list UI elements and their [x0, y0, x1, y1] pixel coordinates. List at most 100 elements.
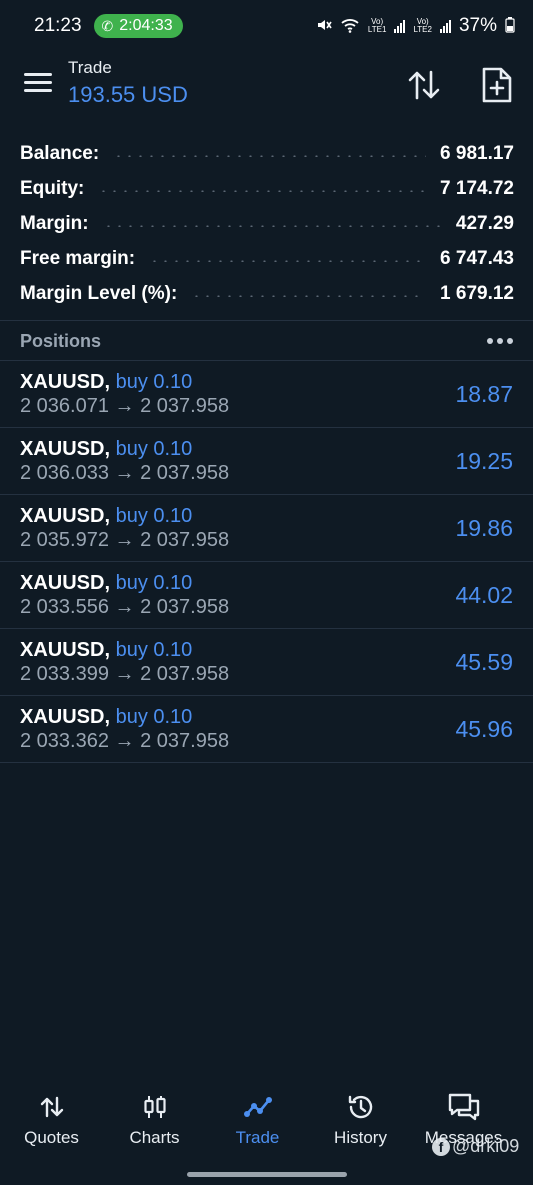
new-order-button[interactable]	[480, 66, 514, 104]
position-title: XAUUSD, buy 0.10	[20, 438, 192, 461]
page-title: Trade	[68, 58, 112, 77]
position-symbol: XAUUSD,	[20, 572, 111, 594]
balance-label: Balance:	[20, 142, 100, 164]
positions-title: Positions	[20, 330, 102, 351]
equity-value: 7 174.72	[440, 177, 514, 199]
dotted-leader	[149, 259, 427, 262]
status-icons: Vo) LTE1 Vo) LTE2 37%	[316, 15, 515, 37]
position-profit: 19.86	[455, 515, 513, 541]
nav-charts[interactable]: Charts	[103, 1090, 206, 1160]
account-summary: Balance: 6 981.17 Equity: 7 174.72 Margi…	[20, 136, 514, 311]
position-side: buy 0.10	[115, 438, 193, 460]
sort-arrows-icon	[408, 70, 440, 100]
watermark: f @drki09	[432, 1136, 519, 1157]
nav-history-label: History	[334, 1128, 387, 1147]
positions-list: XAUUSD, buy 0.10 2 036.071 → 2 037.958 1…	[0, 361, 533, 763]
signal-icon-sim2	[439, 19, 451, 33]
equity-label: Equity:	[20, 177, 85, 199]
position-symbol: XAUUSD,	[20, 371, 111, 393]
position-prices: 2 033.399 → 2 037.958	[20, 663, 230, 685]
position-prices: 2 033.362 → 2 037.958	[20, 730, 230, 752]
trend-line-icon	[243, 1090, 273, 1124]
phone-icon: ✆	[101, 17, 114, 34]
nav-trade-label: Trade	[235, 1128, 280, 1147]
signal-icon-sim1	[394, 19, 406, 33]
position-row[interactable]: XAUUSD, buy 0.10 2 033.556 → 2 037.958 4…	[0, 562, 533, 629]
positions-header: Positions	[0, 322, 533, 360]
divider	[0, 320, 533, 321]
position-profit: 45.96	[455, 716, 513, 742]
profit-total: 193.55 USD	[68, 82, 188, 107]
home-indicator[interactable]	[187, 1172, 347, 1177]
position-prices: 2 036.071 → 2 037.958	[20, 395, 230, 417]
position-prices: 2 035.972 → 2 037.958	[20, 529, 230, 551]
position-prices: 2 036.033 → 2 037.958	[20, 462, 230, 484]
position-symbol: XAUUSD,	[20, 639, 111, 661]
position-symbol: XAUUSD,	[20, 505, 111, 527]
position-prices: 2 033.556 → 2 037.958	[20, 596, 230, 618]
position-profit: 44.02	[455, 582, 513, 608]
nav-charts-label: Charts	[129, 1128, 180, 1147]
margin-label: Margin:	[20, 212, 89, 234]
position-title: XAUUSD, buy 0.10	[20, 505, 192, 528]
margin-level-value: 1 679.12	[440, 282, 514, 304]
position-profit: 19.25	[455, 448, 513, 474]
position-side: buy 0.10	[115, 639, 193, 661]
margin-level-label: Margin Level (%):	[20, 282, 178, 304]
wifi-icon	[340, 17, 360, 36]
nav-trade[interactable]: Trade	[206, 1090, 309, 1160]
summary-row-equity: Equity: 7 174.72	[20, 171, 514, 206]
nav-quotes-label: Quotes	[24, 1128, 79, 1147]
dotted-leader	[98, 189, 427, 192]
position-symbol: XAUUSD,	[20, 706, 111, 728]
summary-row-free-margin: Free margin: 6 747.43	[20, 241, 514, 276]
sort-button[interactable]	[406, 68, 442, 102]
position-side: buy 0.10	[115, 572, 193, 594]
more-dots-icon	[487, 338, 493, 344]
balance-value: 6 981.17	[440, 142, 514, 164]
dotted-leader	[102, 224, 442, 227]
status-time: 21:23	[34, 15, 82, 36]
battery-icon	[505, 16, 515, 36]
position-side: buy 0.10	[115, 706, 193, 728]
position-title: XAUUSD, buy 0.10	[20, 706, 192, 729]
position-row[interactable]: XAUUSD, buy 0.10 2 036.071 → 2 037.958 1…	[0, 361, 533, 428]
hamburger-icon	[24, 73, 52, 76]
chat-bubbles-icon	[447, 1090, 481, 1124]
more-options-button[interactable]	[487, 332, 513, 350]
sim2-label: Vo) LTE2	[413, 17, 432, 34]
facebook-logo-icon: f	[432, 1137, 450, 1156]
position-symbol: XAUUSD,	[20, 438, 111, 460]
position-title: XAUUSD, buy 0.10	[20, 639, 192, 662]
mute-icon	[316, 17, 332, 36]
summary-row-balance: Balance: 6 981.17	[20, 136, 514, 171]
nav-quotes[interactable]: Quotes	[0, 1090, 103, 1160]
nav-history[interactable]: History	[309, 1090, 412, 1160]
position-row[interactable]: XAUUSD, buy 0.10 2 036.033 → 2 037.958 1…	[0, 428, 533, 495]
candlestick-icon	[142, 1090, 168, 1124]
position-side: buy 0.10	[115, 371, 193, 393]
summary-row-margin-level: Margin Level (%): 1 679.12	[20, 276, 514, 311]
dotted-leader	[191, 294, 427, 297]
position-title: XAUUSD, buy 0.10	[20, 572, 192, 595]
free-margin-label: Free margin:	[20, 247, 136, 269]
call-timer: 2:04:33	[119, 17, 173, 34]
call-timer-pill[interactable]: ✆ 2:04:33	[93, 14, 183, 38]
position-title: XAUUSD, buy 0.10	[20, 371, 192, 394]
position-profit: 45.59	[455, 649, 513, 675]
header-titles: Trade 193.55 USD	[68, 58, 188, 108]
menu-button[interactable]	[24, 73, 52, 95]
free-margin-value: 6 747.43	[440, 247, 514, 269]
quotes-arrows-icon	[39, 1090, 65, 1124]
status-bar: 21:23 ✆ 2:04:33 Vo) LTE1 Vo) LTE2 37%	[0, 0, 533, 52]
sim1-label: Vo) LTE1	[367, 17, 387, 34]
position-row[interactable]: XAUUSD, buy 0.10 2 033.362 → 2 037.958 4…	[0, 696, 533, 763]
position-row[interactable]: XAUUSD, buy 0.10 2 035.972 → 2 037.958 1…	[0, 495, 533, 562]
dotted-leader	[113, 154, 427, 157]
position-side: buy 0.10	[115, 505, 193, 527]
watermark-text: @drki09	[452, 1136, 520, 1156]
margin-value: 427.29	[455, 212, 514, 234]
battery-percent: 37%	[458, 15, 497, 36]
position-row[interactable]: XAUUSD, buy 0.10 2 033.399 → 2 037.958 4…	[0, 629, 533, 696]
app-header: Trade 193.55 USD	[0, 56, 533, 116]
